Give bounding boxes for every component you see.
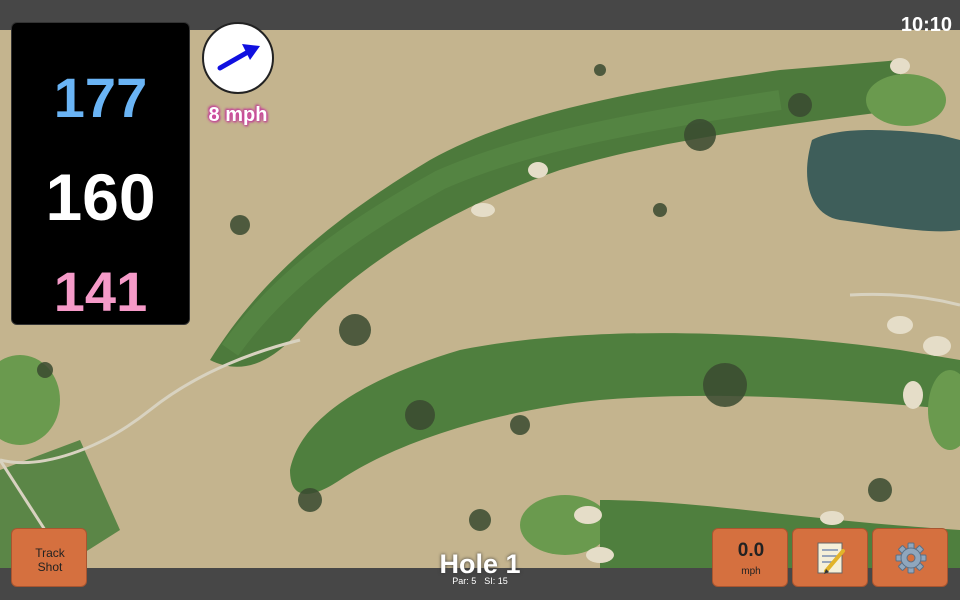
speed-unit: mph [741,566,761,577]
speed-value: 0.0 [737,540,765,561]
wind-speed: 8 mph [208,104,268,126]
back-yardage: 177 [53,66,148,129]
gear-icon [895,542,927,574]
yardage-panel: 177 160 141 [11,22,190,325]
clock: 10:10 [900,14,952,36]
wind-direction-dial [202,22,274,94]
settings-button[interactable] [872,528,948,587]
wind-direction-arrow-icon [217,44,260,71]
par-label: Par: 5 [452,576,477,586]
notepad-icon [817,542,845,574]
hole-info: Par: 5 SI: 15 [380,576,580,586]
track-shot-label: Track Shot [35,546,65,574]
notes-button[interactable] [792,528,868,587]
stroke-index-label: SI: 15 [484,576,508,586]
middle-yardage: 160 [45,160,156,234]
track-shot-button[interactable]: Track Shot [11,528,87,587]
front-yardage: 141 [53,260,148,323]
speed-button[interactable]: 0.0 mph [712,528,788,587]
